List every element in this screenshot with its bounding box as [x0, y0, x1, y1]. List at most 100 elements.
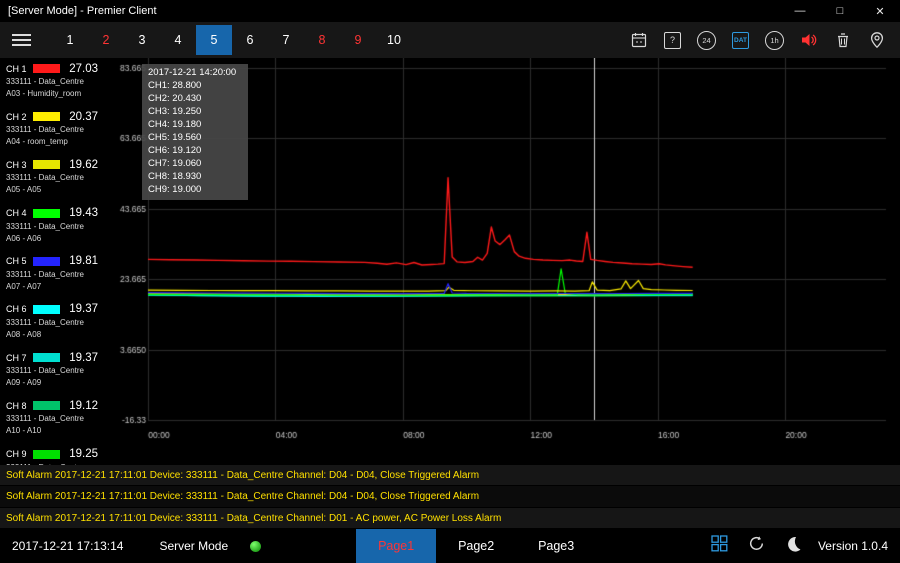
alarm-list: Soft Alarm 2017-12-21 17:11:01 Device: 3… [0, 465, 900, 529]
alarm-sound-icon[interactable] [795, 26, 822, 54]
channel-device: 333111 - Data_Centre [6, 124, 118, 136]
tooltip-row: CH6: 19.120 [148, 144, 240, 157]
refresh-icon[interactable] [747, 534, 766, 558]
toolbar-page-2[interactable]: 2 [88, 25, 124, 55]
channel-point: A03 - Humidity_room [6, 88, 118, 100]
channel-item[interactable]: CH 719.37333111 - Data_CentreA09 - A09 [0, 350, 118, 395]
channel-point: A04 - room_temp [6, 136, 118, 148]
trash-icon[interactable] [829, 26, 856, 54]
toolbar-page-1[interactable]: 1 [52, 25, 88, 55]
tooltip-title: 2017-12-21 14:20:00 [148, 66, 240, 79]
toolbar-page-8[interactable]: 8 [304, 25, 340, 55]
channel-item[interactable]: CH 519.81333111 - Data_CentreA07 - A07 [0, 254, 118, 299]
channel-name: CH 6 [6, 304, 33, 314]
channel-color-swatch [33, 305, 60, 314]
channel-device: 333111 - Data_Centre [6, 269, 118, 281]
status-icons [710, 534, 802, 558]
alarm-row[interactable]: Soft Alarm 2017-12-21 17:11:01 Device: 3… [0, 486, 900, 507]
title-bar: [Server Mode] - Premier Client — □ ✕ [0, 0, 900, 22]
channel-color-swatch [33, 112, 60, 121]
status-page-Page3[interactable]: Page3 [516, 529, 596, 563]
channel-item[interactable]: CH 6 19.37 333111 - Data_CentreA08 - A08 [0, 302, 118, 347]
server-mode-label: Server Mode [159, 539, 228, 553]
channel-point: A10 - A10 [6, 425, 118, 437]
channel-row: CH 1 27.03 [6, 61, 118, 76]
minimize-button[interactable]: — [780, 0, 820, 22]
version-label: Version 1.0.4 [818, 539, 900, 553]
status-page-Page2[interactable]: Page2 [436, 529, 516, 563]
dat-view-icon[interactable]: DAT [727, 26, 754, 54]
toolbar-page-9[interactable]: 9 [340, 25, 376, 55]
close-button[interactable]: ✕ [860, 0, 900, 22]
tooltip-row: CH5: 19.560 [148, 131, 240, 144]
channel-name: CH 4 [6, 208, 33, 218]
1h-icon-glyph: 1h [765, 31, 784, 50]
channel-value: 19.12 [69, 400, 118, 412]
channel-device: 333111 - Data_Centre [6, 76, 118, 88]
tooltip-row: CH2: 20.430 [148, 92, 240, 105]
toolbar-page-10[interactable]: 10 [376, 25, 412, 55]
tooltip-row: CH9: 19.000 [148, 183, 240, 196]
24h-icon-glyph: 24 [697, 31, 716, 50]
channel-value: 19.25 [69, 448, 118, 460]
toolbar-page-7[interactable]: 7 [268, 25, 304, 55]
help-icon[interactable]: ? [659, 26, 686, 54]
toolbar-page-3[interactable]: 3 [124, 25, 160, 55]
channel-name: CH 1 [6, 64, 33, 74]
channel-name: CH 5 [6, 256, 33, 266]
24h-view-icon[interactable]: 24 [693, 26, 720, 54]
toolbar-page-6[interactable]: 6 [232, 25, 268, 55]
tooltip-row: CH4: 19.180 [148, 118, 240, 131]
status-bar: 2017-12-21 17:13:14 Server Mode Page1Pag… [0, 529, 900, 563]
status-pages: Page1Page2Page3 [356, 529, 596, 563]
toolbar-page-4[interactable]: 4 [160, 25, 196, 55]
channel-row: CH 2 20.37 [6, 109, 118, 124]
status-page-Page1[interactable]: Page1 [356, 529, 436, 563]
channel-device: 333111 - Data_Centre [6, 413, 118, 425]
channel-color-swatch [33, 401, 60, 410]
calendar-history-icon[interactable] [625, 26, 652, 54]
channel-row: CH 819.12 [6, 398, 118, 413]
app-window: [Server Mode] - Premier Client — □ ✕ 123… [0, 0, 900, 563]
channel-item[interactable]: CH 1 27.03333111 - Data_CentreA03 - Humid… [0, 61, 118, 106]
channel-name: CH 7 [6, 353, 33, 363]
channel-row: CH 6 19.37 [6, 302, 118, 317]
channel-point: A08 - A08 [6, 329, 118, 341]
toolbar-page-5[interactable]: 5 [196, 25, 232, 55]
toolbar: 12345678910 ? 24 DAT 1h [0, 22, 900, 58]
channel-row: CH 9 19.25 [6, 447, 118, 462]
channel-name: CH 9 [6, 449, 33, 459]
channel-value: 19.37 [69, 303, 118, 315]
alarm-row[interactable]: Soft Alarm 2017-12-21 17:11:01 Device: 3… [0, 465, 900, 486]
tooltip-row: CH8: 18.930 [148, 170, 240, 183]
status-timestamp: 2017-12-21 17:13:14 [0, 539, 123, 553]
1h-view-icon[interactable]: 1h [761, 26, 788, 54]
location-icon[interactable] [863, 26, 890, 54]
channel-color-swatch [33, 353, 60, 362]
channel-item[interactable]: CH 419.43333111 - Data_CentreA06 - A06 [0, 206, 118, 251]
channel-device: 333111 - Data_Centre [6, 317, 118, 329]
layout-view-icon[interactable] [710, 534, 729, 558]
channel-item[interactable]: CH 819.12333111 - Data_CentreA10 - A10 [0, 398, 118, 443]
channel-point: A06 - A06 [6, 233, 118, 245]
channel-device: 333111 - Data_Centre [6, 221, 118, 233]
channel-row: CH 519.81 [6, 254, 118, 269]
channel-color-swatch [33, 450, 60, 459]
window-controls: — □ ✕ [780, 0, 900, 22]
channel-name: CH 2 [6, 112, 33, 122]
channel-value: 20.37 [69, 111, 118, 123]
channel-row: CH 7 19.37 [6, 350, 118, 365]
channel-name: CH 3 [6, 160, 33, 170]
alarm-row[interactable]: Soft Alarm 2017-12-21 17:11:01 Device: 3… [0, 508, 900, 529]
channel-item[interactable]: CH 2 20.37333111 - Data_CentreA04 - room_… [0, 109, 118, 154]
channel-value: 19.37 [69, 352, 118, 364]
channel-color-swatch [33, 209, 60, 218]
channel-item[interactable]: CH 319.62333111 - Data_CentreA05 - A05 [0, 157, 118, 202]
maximize-button[interactable]: □ [820, 0, 860, 22]
channel-point: A05 - A05 [6, 184, 118, 196]
channel-value: 27.03 [69, 63, 118, 75]
menu-icon[interactable] [12, 34, 36, 46]
night-mode-icon[interactable] [784, 535, 802, 558]
channel-color-swatch [33, 160, 60, 169]
channel-value: 19.62 [69, 159, 118, 171]
